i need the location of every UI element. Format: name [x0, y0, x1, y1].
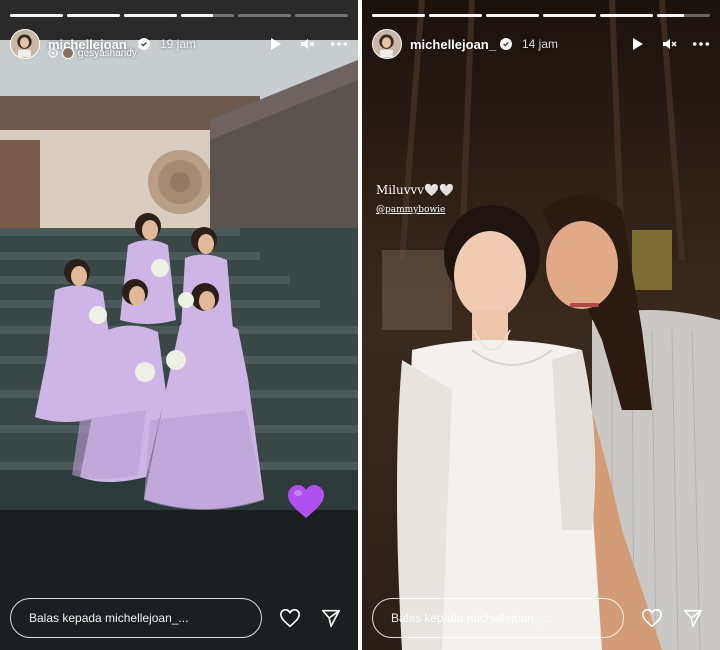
username[interactable]: michellejoan_	[410, 37, 496, 52]
progress-fill	[67, 14, 120, 17]
mute-icon[interactable]	[660, 35, 678, 53]
story-left[interactable]: michellejoan_ 19 jam gesyashandy	[0, 0, 358, 650]
play-icon[interactable]	[628, 35, 646, 53]
avatar[interactable]	[10, 29, 40, 59]
progress-fill	[10, 14, 63, 17]
story-header: michellejoan_ 14 jam	[372, 28, 710, 60]
mute-icon[interactable]	[298, 35, 316, 53]
reply-input[interactable]	[10, 598, 262, 638]
story-progress	[372, 14, 710, 17]
progress-fill	[124, 14, 177, 17]
play-icon[interactable]	[266, 35, 284, 53]
progress-segment	[486, 14, 539, 17]
send-icon[interactable]	[319, 605, 344, 631]
mention-username: gesyashandy	[78, 47, 137, 59]
progress-segment	[429, 14, 482, 17]
progress-segment	[543, 14, 596, 17]
progress-fill	[372, 14, 425, 17]
progress-fill	[181, 14, 213, 17]
post-time: 14 jam	[521, 37, 559, 51]
heart-icon[interactable]	[278, 605, 303, 631]
heart-icon[interactable]	[640, 605, 665, 631]
story-caption: Miluvvv🤍🤍	[376, 183, 454, 197]
progress-fill	[486, 14, 539, 17]
progress-segment	[67, 14, 120, 17]
avatar[interactable]	[372, 29, 402, 59]
reply-input[interactable]	[372, 598, 624, 638]
progress-segment	[238, 14, 291, 17]
progress-segment	[295, 14, 348, 17]
tag-icon	[48, 48, 58, 58]
progress-segment	[600, 14, 653, 17]
progress-fill	[429, 14, 482, 17]
progress-segment	[10, 14, 63, 17]
purple-heart-sticker	[288, 485, 324, 518]
verified-icon	[137, 38, 150, 50]
mention-link[interactable]: @pammybowie	[376, 205, 445, 215]
send-icon[interactable]	[681, 605, 706, 631]
reply-bar	[372, 598, 706, 638]
progress-segment	[124, 14, 177, 17]
progress-fill	[543, 14, 596, 17]
verified-icon	[499, 38, 512, 50]
progress-segment	[372, 14, 425, 17]
progress-segment	[181, 14, 234, 17]
story-progress	[10, 14, 348, 17]
post-time: 19 jam	[159, 37, 197, 51]
more-icon[interactable]	[692, 35, 710, 53]
progress-fill	[600, 14, 653, 17]
mention-tag[interactable]: gesyashandy	[48, 47, 137, 59]
more-icon[interactable]	[330, 35, 348, 53]
progress-segment	[657, 14, 710, 17]
mention-avatar	[62, 47, 74, 59]
story-right[interactable]: michellejoan_ 14 jam Miluvvv🤍🤍 @pammybow…	[362, 0, 720, 650]
reply-bar	[10, 598, 344, 638]
bridesmaids-photo	[0, 0, 358, 650]
selfie-photo	[362, 0, 720, 650]
progress-fill	[657, 14, 684, 17]
